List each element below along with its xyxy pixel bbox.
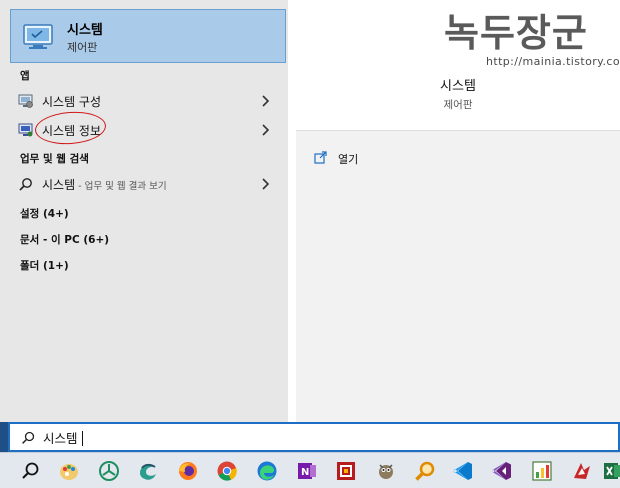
search-icon	[19, 178, 32, 191]
search-input[interactable]: 시스템	[43, 428, 84, 447]
firefox-icon[interactable]	[175, 458, 201, 484]
magnifier-icon[interactable]	[412, 458, 438, 484]
text-caret	[81, 431, 84, 446]
search-icon	[22, 431, 35, 444]
chevron-right-icon[interactable]	[259, 176, 273, 192]
search-icon[interactable]	[18, 458, 44, 484]
paint-icon[interactable]	[56, 458, 82, 484]
system-monitor-icon	[23, 24, 53, 49]
chrome-icon[interactable]	[214, 458, 240, 484]
best-match-system[interactable]: 시스템 제어판	[10, 9, 286, 63]
edge-legacy-icon[interactable]	[135, 458, 161, 484]
search-results-pane: 시스템 제어판 앱 시스템 구성 시스템 정보 업무 및 웹 검색 시스템 - …	[0, 0, 288, 422]
vscode-icon[interactable]	[450, 458, 476, 484]
excel-icon[interactable]	[600, 458, 620, 484]
kakao-icon[interactable]	[96, 458, 122, 484]
section-documents[interactable]: 문서 - 이 PC (6+)	[20, 232, 109, 247]
system-config-icon	[18, 94, 33, 108]
search-box[interactable]: 시스템	[8, 422, 620, 452]
watermark-logo: 녹두장군	[444, 10, 588, 55]
onenote-icon[interactable]: N	[294, 458, 320, 484]
chevron-right-icon[interactable]	[259, 93, 273, 109]
app-system-configuration[interactable]: 시스템 구성	[0, 88, 288, 114]
filezilla-icon[interactable]	[333, 458, 359, 484]
preview-title: 시스템	[440, 79, 476, 94]
game-icon[interactable]	[569, 458, 595, 484]
web-search-label: 시스템 - 업무 및 웹 결과 보기	[42, 176, 167, 193]
edge-icon[interactable]	[254, 458, 280, 484]
watermark-url: http://mainia.tistory.com	[486, 55, 620, 68]
chevron-right-icon[interactable]	[259, 122, 273, 138]
section-apps: 앱	[20, 70, 30, 82]
gimp-icon[interactable]	[373, 458, 399, 484]
web-search-term: 시스템	[42, 178, 76, 192]
preview-divider	[296, 130, 620, 131]
web-search-suffix: - 업무 및 웹 결과 보기	[75, 181, 167, 192]
system-info-icon	[18, 123, 33, 137]
preview-subtitle: 제어판	[443, 99, 473, 111]
web-search-result[interactable]: 시스템 - 업무 및 웹 결과 보기	[0, 171, 288, 197]
open-icon	[314, 151, 327, 164]
best-match-title: 시스템	[67, 23, 103, 38]
taskbar: N	[0, 452, 620, 488]
section-settings[interactable]: 설정 (4+)	[20, 206, 69, 221]
svg-text:N: N	[301, 467, 309, 478]
best-match-subtitle: 제어판	[67, 41, 98, 54]
app-label: 시스템 구성	[42, 95, 102, 109]
visual-studio-icon[interactable]	[489, 458, 515, 484]
section-web-search: 업무 및 웹 검색	[20, 153, 89, 165]
search-input-value: 시스템	[43, 431, 78, 446]
search-box-edge	[0, 422, 8, 452]
open-label: 열기	[338, 153, 359, 166]
section-folders[interactable]: 폴더 (1+)	[20, 258, 69, 273]
excel-chart-icon[interactable]	[529, 458, 555, 484]
